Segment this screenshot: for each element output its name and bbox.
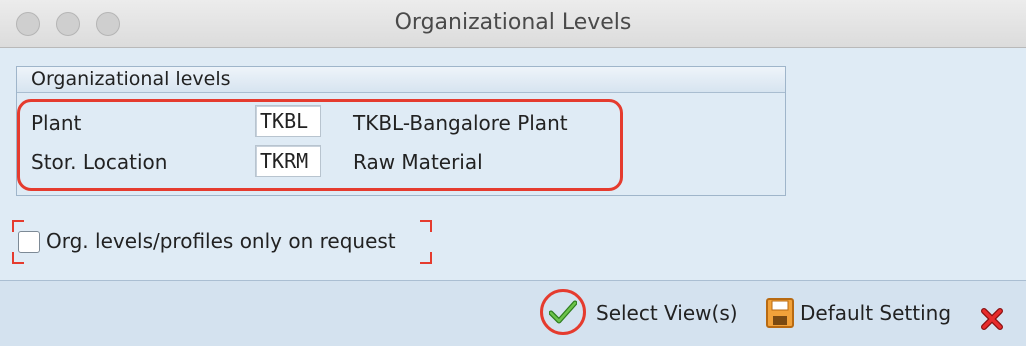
title-bar: Organizational Levels	[0, 0, 1026, 48]
storage-location-description: Raw Material	[353, 150, 483, 174]
save-disk-icon	[766, 298, 794, 328]
dialog-content: Organizational levels Plant TKBL TKBL-Ba…	[0, 48, 1026, 280]
button-bar: Select View(s) Default Setting	[0, 280, 1026, 346]
focus-corner	[420, 252, 432, 264]
focus-corner	[12, 252, 24, 264]
default-setting-label: Default Setting	[800, 301, 952, 325]
storage-location-label: Stor. Location	[31, 150, 168, 174]
green-checkmark-icon	[540, 289, 586, 335]
window-title: Organizational Levels	[394, 10, 632, 35]
org-levels-checkbox[interactable]	[18, 231, 40, 253]
org-levels-group: Organizational levels Plant TKBL TKBL-Ba…	[16, 66, 786, 196]
plant-label: Plant	[31, 111, 82, 135]
default-setting-button[interactable]: Default Setting	[766, 295, 951, 331]
org-levels-checkbox-label[interactable]: Org. levels/profiles only on request	[46, 229, 396, 253]
red-x-icon	[980, 307, 1004, 331]
plant-input[interactable]: TKBL	[255, 105, 321, 137]
storage-location-input[interactable]: TKRM	[255, 145, 321, 177]
select-views-label: Select View(s)	[596, 301, 738, 325]
cancel-button[interactable]	[980, 301, 1004, 337]
plant-description: TKBL-Bangalore Plant	[353, 111, 568, 135]
org-levels-option: Org. levels/profiles only on request	[12, 220, 432, 264]
select-views-button[interactable]: Select View(s)	[540, 289, 738, 335]
focus-corner	[420, 220, 432, 232]
group-header: Organizational levels	[17, 67, 785, 93]
